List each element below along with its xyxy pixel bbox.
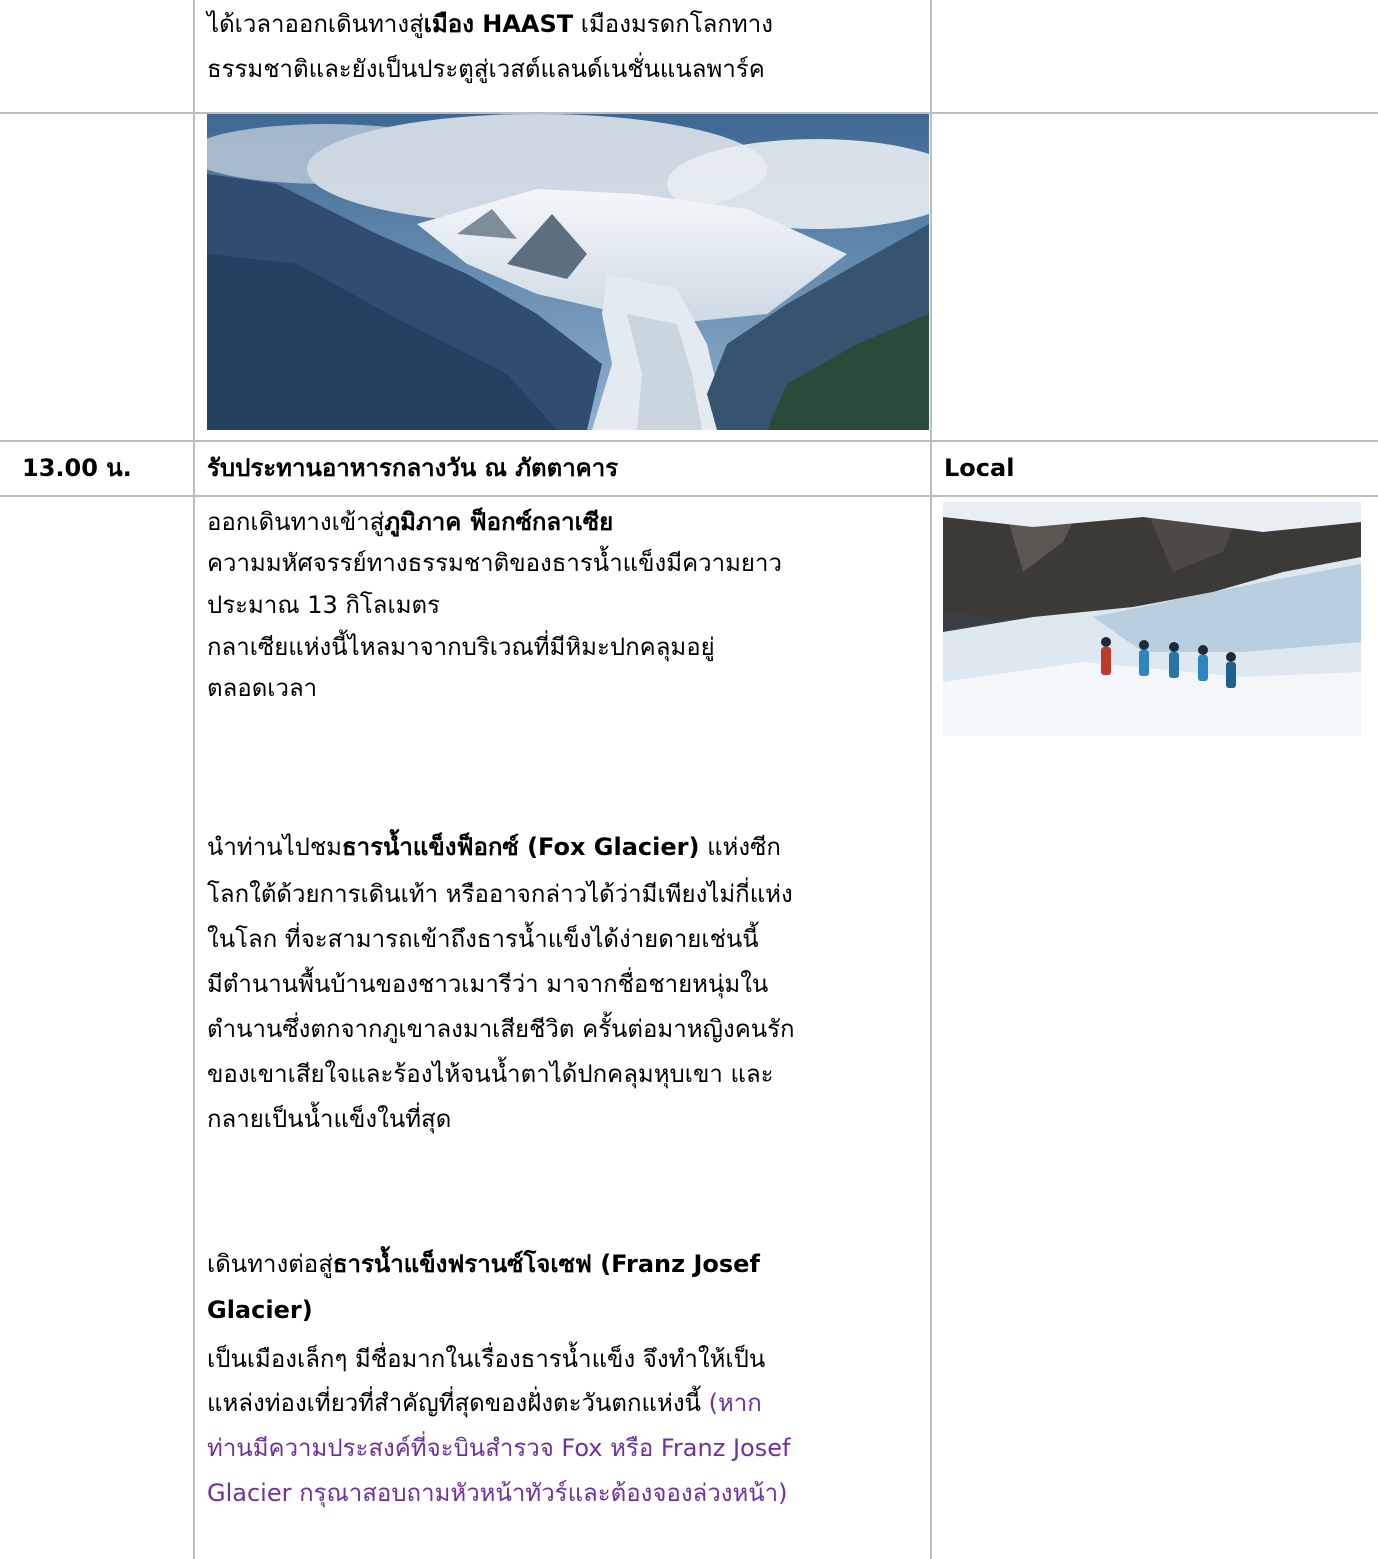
paragraph-line: ของเขาเสียใจและร้องไห้จนน้ำตาได้ปกคลุมหุ… xyxy=(207,1060,774,1088)
text-segment: เมืองมรดกโลกทาง xyxy=(573,10,773,38)
paragraph-line: โลกใต้ด้วยการเดินเท้า หรืออาจกล่าวได้ว่า… xyxy=(207,880,793,908)
column-divider xyxy=(193,0,195,1559)
itinerary-page: ได้เวลาออกเดินทางสู่เมือง HAAST เมืองมรด… xyxy=(0,0,1378,1559)
franz-josef-line-2: Glacier) xyxy=(207,1296,313,1324)
text-segment: เดินทางต่อสู่ xyxy=(207,1250,333,1278)
row-divider xyxy=(0,440,1378,442)
row1-line2: ธรรมชาติและยังเป็นประตูสู่เวสต์แลนด์เนชั… xyxy=(207,55,765,83)
haast-highlight: เมือง HAAST xyxy=(423,10,574,38)
paragraph-line: ในโลก ที่จะสามารถเข้าถึงธารน้ำแข็งได้ง่า… xyxy=(207,925,759,953)
paragraph-line: มีตำนานพื้นบ้านของชาวเมารีว่า มาจากชื่อช… xyxy=(207,970,769,998)
paragraph-line: ความมหัศจรรย์ทางธรรมชาติของธารน้ำแข็งมีค… xyxy=(207,549,782,577)
row-divider xyxy=(0,495,1378,497)
paragraph-line: แหล่งท่องเที่ยวที่สำคัญที่สุดของฝั่งตะวั… xyxy=(207,1383,762,1424)
fox-region-intro: ออกเดินทางเข้าสู่ภูมิภาค ฟ็อกซ์กลาเซีย xyxy=(207,502,613,543)
fox-glacier-highlight: ธารน้ำแข็งฟ็อกซ์ (Fox Glacier) xyxy=(342,833,700,861)
text-segment: นำท่านไปชม xyxy=(207,833,342,861)
franz-josef-highlight: ธารน้ำแข็งฟรานซ์โจเซฟ (Franz Josef xyxy=(332,1250,760,1278)
text-segment: ออกเดินทางเข้าสู่ xyxy=(207,508,385,536)
text-segment: แหล่งท่องเที่ยวที่สำคัญที่สุดของฝั่งตะวั… xyxy=(207,1389,709,1417)
franz-josef-line: เดินทางต่อสู่ธารน้ำแข็งฟรานซ์โจเซฟ (Fran… xyxy=(207,1244,760,1285)
meal-type: Local xyxy=(944,454,1015,482)
fox-glacier-line: นำท่านไปชมธารน้ำแข็งฟ็อกซ์ (Fox Glacier)… xyxy=(207,827,781,868)
glacier-hikers-photo xyxy=(943,502,1361,736)
fox-region-highlight: ภูมิภาค ฟ็อกซ์กลาเซีย xyxy=(384,508,614,536)
paragraph-line: กลาเซียแห่งนี้ไหลมาจากบริเวณที่มีหิมะปกค… xyxy=(207,633,715,661)
note-text: (หาก xyxy=(708,1389,762,1417)
text-segment: แห่งซีก xyxy=(699,833,781,861)
text-segment: ได้เวลาออกเดินทางสู่ xyxy=(207,10,424,38)
row1-line1: ได้เวลาออกเดินทางสู่เมือง HAAST เมืองมรด… xyxy=(207,4,773,45)
note-text: Glacier กรุณาสอบถามหัวหน้าทัวร์และต้องจอ… xyxy=(207,1479,788,1507)
paragraph-line: เป็นเมืองเล็กๆ มีชื่อมากในเรื่องธารน้ำแข… xyxy=(207,1345,766,1373)
fox-glacier-valley-photo xyxy=(207,114,929,430)
paragraph-line: ตำนานซึ่งตกจากภูเขาลงมาเสียชีวิต ครั้นต่… xyxy=(207,1015,795,1043)
column-divider xyxy=(930,0,932,1559)
note-text: ท่านมีความประสงค์ที่จะบินสำรวจ Fox หรือ … xyxy=(207,1434,791,1462)
paragraph-line: ตลอดเวลา xyxy=(207,674,318,702)
meal-time: 13.00 น. xyxy=(22,454,132,482)
paragraph-line: ประมาณ 13 กิโลเมตร xyxy=(207,591,441,619)
lunch-activity: รับประทานอาหารกลางวัน ณ ภัตตาคาร xyxy=(207,454,619,482)
paragraph-line: กลายเป็นน้ำแข็งในที่สุด xyxy=(207,1105,452,1133)
